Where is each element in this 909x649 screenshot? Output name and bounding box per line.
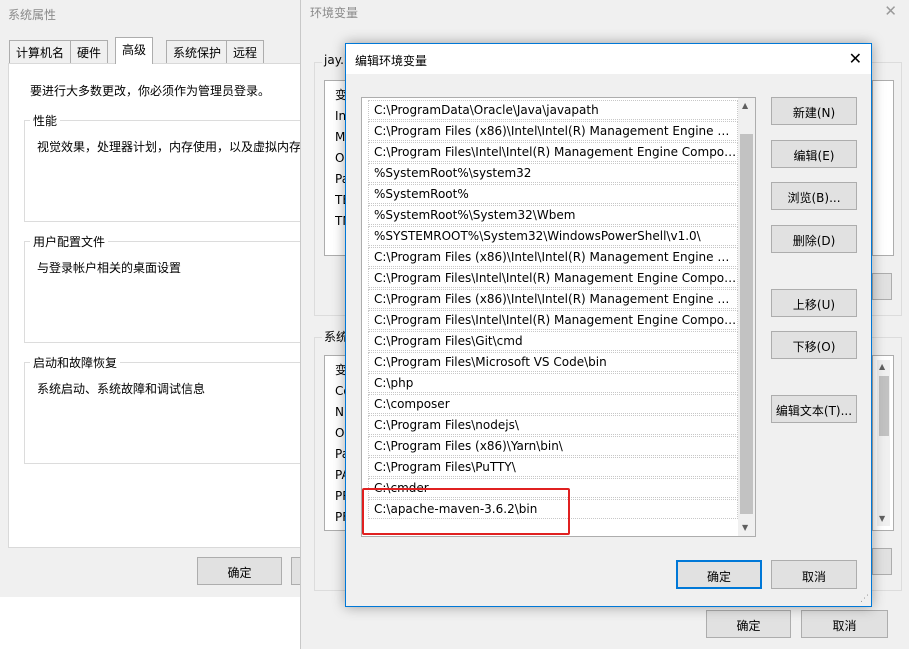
scroll-up-icon[interactable]: ▲ xyxy=(879,362,885,371)
startup-recovery-description: 系统启动、系统故障和调试信息 xyxy=(37,382,206,396)
list-item[interactable]: O xyxy=(335,151,344,165)
scrollbar[interactable]: ▲ ▼ xyxy=(738,98,755,536)
performance-title: 性能 xyxy=(30,112,61,129)
list-item[interactable]: %SystemRoot%\System32\Wbem xyxy=(368,205,738,225)
list-item[interactable]: C:\Program Files (x86)\Intel\Intel(R) Ma… xyxy=(368,121,738,141)
highlight-box xyxy=(362,488,570,535)
edit-text-button[interactable]: 编辑文本(T)... xyxy=(771,395,857,423)
system-properties-window: 系统属性 计算机名 硬件 高级 系统保护 远程 要进行大多数更改，你必须作为管理… xyxy=(0,0,303,597)
list-item[interactable]: N xyxy=(335,405,344,419)
path-entries-list[interactable]: C:\ProgramData\Oracle\Java\javapath C:\P… xyxy=(361,97,756,537)
list-item[interactable]: C:\Program Files\PuTTY\ xyxy=(368,457,738,477)
startup-recovery-title: 启动和故障恢复 xyxy=(30,354,121,371)
user-profiles-group xyxy=(24,241,303,343)
scrollbar-thumb[interactable] xyxy=(740,134,753,514)
list-item[interactable]: C:\Program Files\Microsoft VS Code\bin xyxy=(368,352,738,372)
performance-description: 视觉效果，处理器计划，内存使用，以及虚拟内存 xyxy=(37,140,302,154)
list-item[interactable]: C:\Program Files\Git\cmd xyxy=(368,331,738,351)
edit-button[interactable]: 编辑(E) xyxy=(771,140,857,168)
list-item[interactable]: %SystemRoot% xyxy=(368,184,738,204)
scroll-down-icon[interactable]: ▼ xyxy=(879,514,885,523)
close-icon[interactable]: ✕ xyxy=(849,49,862,68)
scroll-down-icon[interactable]: ▼ xyxy=(742,523,748,532)
scrollbar-thumb[interactable] xyxy=(879,376,889,436)
list-item[interactable]: C:\Program Files\Intel\Intel(R) Manageme… xyxy=(368,310,738,330)
scroll-up-icon[interactable]: ▲ xyxy=(742,101,748,110)
list-item[interactable]: %SystemRoot%\system32 xyxy=(368,163,738,183)
partial-button[interactable] xyxy=(872,548,892,575)
delete-button[interactable]: 删除(D) xyxy=(771,225,857,253)
list-item[interactable]: %SYSTEMROOT%\System32\WindowsPowerShell\… xyxy=(368,226,738,246)
startup-recovery-group xyxy=(24,362,303,464)
list-item[interactable]: C:\php xyxy=(368,373,738,393)
user-profiles-description: 与登录帐户相关的桌面设置 xyxy=(37,261,182,275)
cancel-button[interactable]: 取消 xyxy=(771,560,857,589)
tab-computer-name[interactable]: 计算机名 xyxy=(9,40,72,63)
window-title: 环境变量 xyxy=(310,6,359,20)
move-up-button[interactable]: 上移(U) xyxy=(771,289,857,317)
user-profiles-title: 用户配置文件 xyxy=(30,233,109,250)
tab-advanced[interactable]: 高级 xyxy=(115,37,154,64)
list-item[interactable]: C:\composer xyxy=(368,394,738,414)
close-icon[interactable]: ✕ xyxy=(884,2,897,20)
list-item[interactable]: C:\Program Files\nodejs\ xyxy=(368,415,738,435)
list-item[interactable]: C:\Program Files (x86)\Yarn\bin\ xyxy=(368,436,738,456)
ok-button[interactable]: 确定 xyxy=(197,557,282,585)
list-item[interactable]: C:\Program Files (x86)\Intel\Intel(R) Ma… xyxy=(368,289,738,309)
window-title: 系统属性 xyxy=(8,8,57,22)
list-item[interactable]: C:\ProgramData\Oracle\Java\javapath xyxy=(368,100,738,120)
list-item[interactable]: C:\Program Files (x86)\Intel\Intel(R) Ma… xyxy=(368,247,738,267)
tab-system-protection[interactable]: 系统保护 xyxy=(166,40,229,63)
dialog-title: 编辑环境变量 xyxy=(355,54,428,68)
performance-group xyxy=(24,120,303,222)
cancel-button[interactable]: 取消 xyxy=(801,610,888,638)
browse-button[interactable]: 浏览(B)... xyxy=(771,182,857,210)
list-item[interactable]: C:\Program Files\Intel\Intel(R) Manageme… xyxy=(368,142,738,162)
edit-environment-variable-dialog: 编辑环境变量 ✕ C:\ProgramData\Oracle\Java\java… xyxy=(345,43,872,607)
tab-hardware[interactable]: 硬件 xyxy=(70,40,109,63)
list-item[interactable]: O xyxy=(335,426,344,440)
ok-button[interactable]: 确定 xyxy=(676,560,762,589)
list-item[interactable]: M xyxy=(335,130,345,144)
user-list-right-edge xyxy=(872,80,894,256)
admin-note: 要进行大多数更改，你必须作为管理员登录。 xyxy=(30,84,271,98)
list-item[interactable]: C:\Program Files\Intel\Intel(R) Manageme… xyxy=(368,268,738,288)
new-button[interactable]: 新建(N) xyxy=(771,97,857,125)
partial-button[interactable] xyxy=(872,273,892,300)
move-down-button[interactable]: 下移(O) xyxy=(771,331,857,359)
tab-remote[interactable]: 远程 xyxy=(226,40,265,63)
resize-grip-icon[interactable]: ⋰ xyxy=(860,594,869,604)
ok-button[interactable]: 确定 xyxy=(706,610,791,638)
